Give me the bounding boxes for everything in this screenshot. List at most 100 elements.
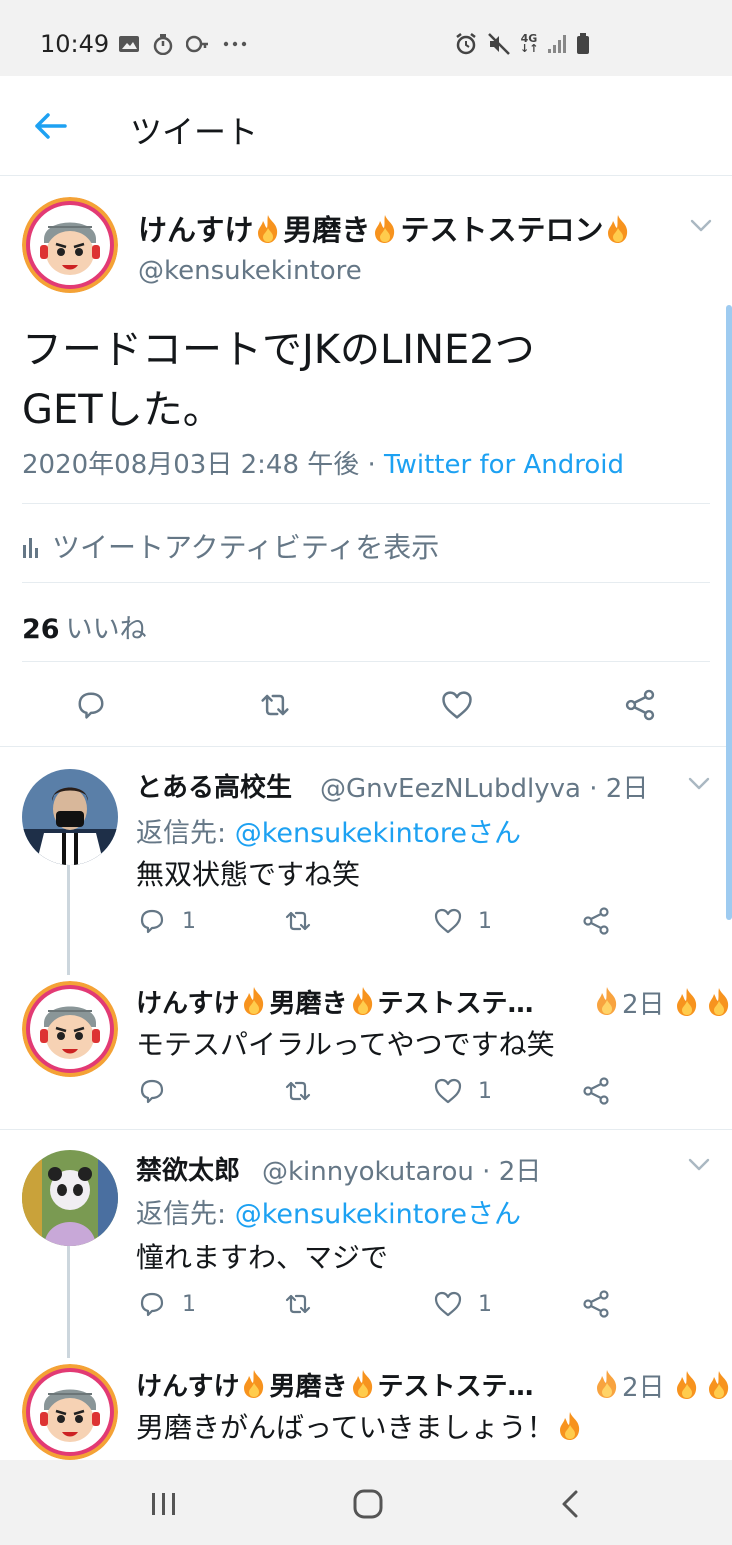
back-arrow-icon[interactable]	[32, 110, 68, 142]
share-icon	[580, 1075, 612, 1107]
reply-text: 男磨きがんばっていきましょう！	[136, 1406, 585, 1446]
tweet-text: フードコートでJKのLINE2つ GETした。	[22, 327, 535, 433]
recent-apps-icon[interactable]	[146, 1486, 182, 1522]
reply-tweet[interactable]: 禁欲太郎 @kinnyokutarou · 2日 返信先: @kensukeki…	[0, 1130, 732, 1358]
analytics-icon	[23, 538, 38, 558]
reply-to-link[interactable]: @kensukekintoreさん	[235, 1199, 521, 1230]
fire-icon	[604, 214, 632, 244]
share-icon[interactable]	[622, 687, 658, 723]
reply-icon	[136, 1288, 168, 1320]
fire-icon	[673, 1370, 701, 1400]
reply-to: 返信先: @kensukekintoreさん	[136, 818, 522, 849]
display-name[interactable]: 禁欲太郎	[136, 1150, 240, 1187]
thread-line	[67, 865, 70, 975]
like-button[interactable]: 1	[432, 1288, 492, 1320]
retweet-icon	[282, 1288, 314, 1320]
retweet-button[interactable]	[282, 1075, 314, 1107]
page-title: ツイート	[130, 113, 259, 151]
gallery-icon	[119, 36, 139, 52]
reply-actions: 1 1	[136, 1288, 656, 1328]
share-icon	[580, 1288, 612, 1320]
retweet-button[interactable]	[282, 1288, 314, 1320]
alarm-icon	[456, 33, 476, 55]
display-name[interactable]: けんすけ 男磨き テストステ…	[136, 1366, 534, 1403]
divider	[22, 582, 710, 583]
reply-tweet[interactable]: けんすけ 男磨き テストステ… 2日 男磨きがんばっていきましょう！	[0, 1344, 732, 1460]
tweet-source-link[interactable]: Twitter for Android	[384, 450, 624, 480]
like-button[interactable]: 1	[432, 905, 492, 937]
like-icon	[432, 1288, 464, 1320]
fire-icon	[556, 1411, 584, 1441]
handle-time: 2日	[592, 1367, 665, 1404]
fire-icon	[240, 1369, 268, 1399]
retweet-icon[interactable]	[257, 687, 293, 723]
status-bar: 10:49 4G ↓↑	[0, 0, 732, 76]
fire-icon	[705, 987, 732, 1017]
fire-icon	[349, 1369, 377, 1399]
like-icon[interactable]	[439, 687, 475, 723]
fire-icon	[240, 986, 268, 1016]
like-icon	[432, 905, 464, 937]
chevron-down-icon[interactable]	[690, 219, 712, 233]
avatar[interactable]	[22, 1150, 118, 1246]
handle-time: @GnvEezNLubdlyva · 2日	[320, 774, 649, 804]
reply-tweet[interactable]: けんすけ 男磨き テストステ… 2日 モテスパイラルってやつですね笑 1	[0, 961, 732, 1129]
fire-icon	[254, 214, 282, 244]
handle-time: @kinnyokutarou · 2日	[262, 1157, 542, 1187]
reply-button[interactable]: 1	[136, 1288, 196, 1320]
share-button[interactable]	[580, 1075, 612, 1107]
display-name[interactable]: けんすけ 男磨き テストステロン	[138, 207, 633, 249]
main-tweet: けんすけ 男磨き テストステロン @kensukekintore フードコートでJK…	[0, 177, 732, 747]
key-icon	[186, 35, 208, 53]
handle-time: 2日	[592, 984, 665, 1021]
scrollbar[interactable]	[726, 305, 732, 920]
thread-line	[67, 1246, 70, 1358]
reply-icon[interactable]	[73, 687, 109, 723]
reply-actions: 1	[136, 1075, 656, 1115]
retweet-icon	[282, 905, 314, 937]
display-name[interactable]: とある高校生	[136, 767, 292, 804]
fire-icon	[705, 1370, 732, 1400]
share-button[interactable]	[580, 905, 612, 937]
chevron-down-icon[interactable]	[688, 1158, 710, 1172]
reply-button[interactable]: 1	[136, 905, 196, 937]
tweet-timestamp: 2020年08月03日 2:48 午後 · Twitter for Androi…	[22, 450, 624, 480]
divider	[22, 661, 710, 662]
avatar[interactable]	[22, 981, 118, 1077]
user-handle[interactable]: @kensukekintore	[138, 256, 362, 286]
reply-actions: 1 1	[136, 905, 656, 945]
avatar[interactable]	[22, 769, 118, 865]
reply-tweet[interactable]: とある高校生 @GnvEezNLubdlyva · 2日 返信先: @kensu…	[0, 747, 732, 975]
stopwatch-icon	[153, 34, 173, 55]
reply-to: 返信先: @kensukekintoreさん	[136, 1199, 522, 1230]
app-bar: ツイート	[0, 76, 732, 176]
back-icon[interactable]	[554, 1486, 590, 1522]
retweet-button[interactable]	[282, 905, 314, 937]
likes-count[interactable]: 26 いいね	[22, 607, 147, 646]
reply-icon	[136, 1075, 168, 1107]
share-button[interactable]	[580, 1288, 612, 1320]
avatar[interactable]	[22, 1364, 118, 1460]
fire-icon	[593, 986, 621, 1016]
more-dots-icon	[223, 41, 247, 47]
display-name[interactable]: けんすけ 男磨き テストステ…	[136, 983, 534, 1020]
battery-icon	[577, 33, 589, 54]
like-button[interactable]: 1	[432, 1075, 492, 1107]
fire-icon	[593, 1369, 621, 1399]
status-time: 10:49	[40, 30, 110, 58]
like-icon	[432, 1075, 464, 1107]
chevron-down-icon[interactable]	[688, 777, 710, 791]
mute-icon	[488, 33, 510, 55]
fire-icon	[349, 986, 377, 1016]
reply-button[interactable]	[136, 1075, 168, 1107]
4g-data-icon: 4G ↓↑	[520, 32, 539, 55]
home-icon[interactable]	[350, 1486, 386, 1522]
avatar[interactable]	[22, 197, 118, 293]
navigation-bar	[0, 1460, 732, 1545]
share-icon	[580, 905, 612, 937]
tweet-activity-button[interactable]: ツイートアクティビティを表示	[22, 526, 439, 566]
reply-to-link[interactable]: @kensukekintoreさん	[235, 818, 521, 849]
fire-icon	[673, 987, 701, 1017]
reply-text: 無双状態ですね笑	[136, 858, 361, 891]
reply-text: 憧れますわ、マジで	[136, 1241, 389, 1274]
